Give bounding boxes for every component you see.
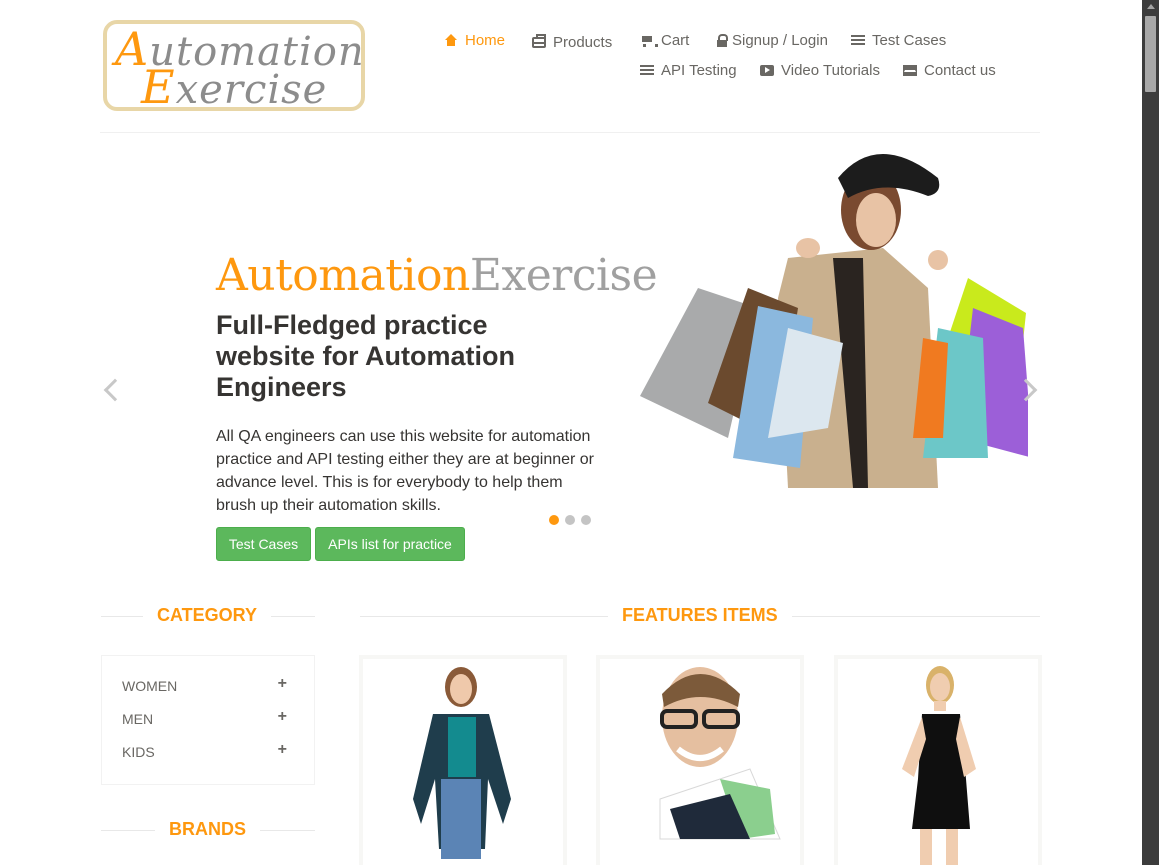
nav-test-cases[interactable]: Test Cases xyxy=(851,32,946,49)
list-icon xyxy=(640,64,654,77)
logo-line-2: Exercise xyxy=(141,60,327,114)
scrollbar-thumb[interactable] xyxy=(1145,16,1156,92)
nav-api-testing-label: API Testing xyxy=(661,62,737,79)
briefcase-icon xyxy=(532,33,546,48)
logo-word-2: xercise xyxy=(175,67,328,113)
slider-dot-3[interactable] xyxy=(581,515,591,525)
category-title: CATEGORY xyxy=(143,605,272,626)
product-card[interactable] xyxy=(834,655,1042,865)
product-card[interactable] xyxy=(359,655,567,865)
plus-icon[interactable]: + xyxy=(278,708,287,726)
features-title: FEATURES ITEMS xyxy=(608,605,792,626)
slider-dot-1[interactable] xyxy=(549,515,559,525)
plus-icon[interactable]: + xyxy=(278,675,287,693)
product-image-woman-cardigan xyxy=(413,667,511,859)
slider-brand-title: AutomationExercise xyxy=(216,250,658,301)
nav-signup-login-label: Signup / Login xyxy=(732,32,828,49)
nav-contact-us-label: Contact us xyxy=(924,62,996,79)
plus-icon[interactable]: + xyxy=(278,741,287,759)
site-logo[interactable]: Automation Exercise xyxy=(103,20,365,114)
page-scrollbar[interactable] xyxy=(1142,0,1159,865)
home-icon xyxy=(444,34,458,47)
apis-list-button[interactable]: APIs list for practice xyxy=(315,527,465,561)
nav-api-testing[interactable]: API Testing xyxy=(640,62,737,79)
slider-dot-2[interactable] xyxy=(565,515,575,525)
slider-heading: Full-Fledged practice website for Automa… xyxy=(216,310,516,402)
product-card[interactable] xyxy=(596,655,804,865)
cart-icon xyxy=(640,34,658,47)
nav-home-label: Home xyxy=(465,32,506,49)
slider-brand-part1: Automation xyxy=(216,250,470,301)
slider-prev-arrow[interactable] xyxy=(103,378,127,402)
scroll-up-arrow-icon[interactable] xyxy=(1147,4,1155,9)
category-item-kids[interactable]: KIDS xyxy=(122,744,155,760)
slider-description: All QA engineers can use this website fo… xyxy=(216,428,595,514)
product-image-man-polo xyxy=(659,667,781,840)
product-image-woman-black-dress xyxy=(902,666,976,865)
youtube-play-icon xyxy=(760,65,774,76)
nav-cart[interactable]: Cart xyxy=(640,32,689,49)
slider-brand-part2: Exercise xyxy=(469,250,658,301)
nav-cart-label: Cart xyxy=(661,32,690,49)
header-divider xyxy=(100,132,1040,133)
logo-cap-e: E xyxy=(141,60,176,114)
nav-contact-us[interactable]: Contact us xyxy=(903,62,996,79)
envelope-icon xyxy=(903,65,917,76)
hero-shopping-girl-image xyxy=(640,154,1028,488)
lock-icon xyxy=(715,34,728,47)
nav-signup-login[interactable]: Signup / Login xyxy=(715,32,828,49)
nav-home[interactable]: Home xyxy=(444,32,505,49)
nav-video-tutorials-label: Video Tutorials xyxy=(781,62,880,79)
category-item-women[interactable]: WOMEN xyxy=(122,678,177,694)
nav-video-tutorials[interactable]: Video Tutorials xyxy=(760,62,880,79)
test-cases-button[interactable]: Test Cases xyxy=(216,527,311,561)
nav-products-label: Products xyxy=(553,34,613,51)
brands-title: BRANDS xyxy=(155,819,261,840)
category-panel: WOMEN + MEN + KIDS + xyxy=(101,655,315,785)
nav-products[interactable]: Products xyxy=(532,32,612,51)
category-item-men[interactable]: MEN xyxy=(122,711,153,727)
list-icon xyxy=(851,34,865,47)
nav-test-cases-label: Test Cases xyxy=(872,32,947,49)
slider-indicators xyxy=(549,515,591,525)
